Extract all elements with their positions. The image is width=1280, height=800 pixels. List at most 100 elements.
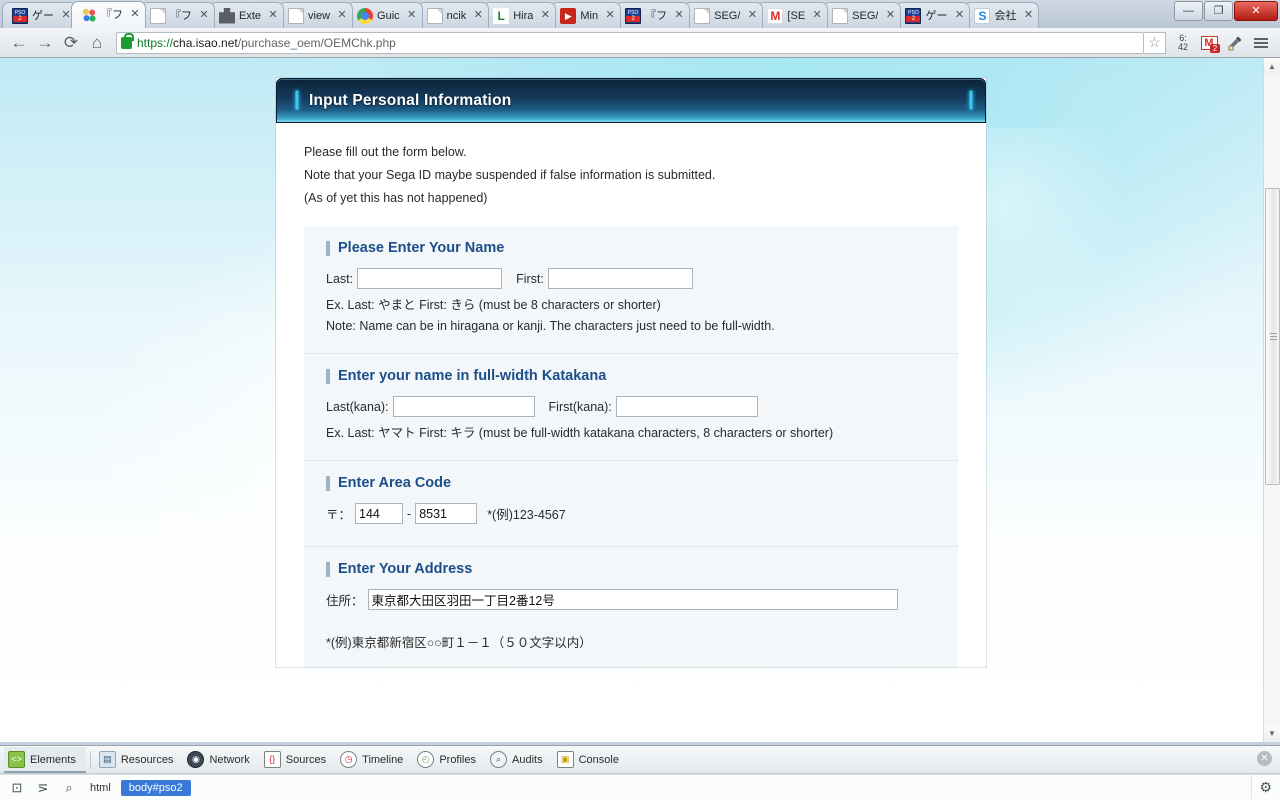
devtools-tab-audits[interactable]: ⌕ Audits — [486, 747, 553, 773]
puzzle-icon — [219, 7, 235, 24]
tab-close-icon[interactable]: ✕ — [129, 9, 141, 21]
browser-tab[interactable]: view ✕ — [278, 2, 354, 28]
section-bar-icon — [326, 561, 330, 577]
profiles-icon: ◴ — [417, 751, 435, 768]
devtools-close-icon[interactable]: ✕ — [1257, 751, 1272, 766]
video-icon: ▶ — [560, 7, 577, 24]
tab-close-icon[interactable]: ✕ — [1022, 9, 1034, 22]
document-icon — [426, 7, 443, 24]
zip-second-input[interactable] — [415, 503, 478, 524]
browser-tab[interactable]: M [SE ✕ — [757, 2, 829, 28]
browser-tab[interactable]: PSO 2 『フ ✕ — [615, 2, 691, 28]
close-window-button[interactable]: ✕ — [1234, 1, 1278, 21]
browser-tab-title: ゲー — [32, 9, 54, 22]
browser-tab[interactable]: S 会社 ✕ — [964, 2, 1040, 28]
browser-tab[interactable]: 『フ ✕ — [71, 1, 146, 28]
scroll-up-arrow-icon[interactable]: ▲ — [1264, 58, 1280, 75]
browser-tab[interactable]: PSO 2 ゲー ✕ — [895, 2, 971, 28]
tab-close-icon[interactable]: ✕ — [472, 9, 484, 22]
devtools-tab-label: Audits — [512, 753, 543, 766]
name-field-row: Last: First: — [326, 268, 936, 289]
devtools-tab-network[interactable]: ◉ Network — [183, 747, 259, 773]
last-name-input[interactable] — [357, 268, 503, 289]
devtools-tab-profiles[interactable]: ◴ Profiles — [413, 747, 486, 773]
last-kana-input[interactable] — [392, 396, 535, 417]
bookmark-star-icon[interactable]: ☆ — [1144, 31, 1166, 54]
document-icon — [832, 7, 849, 24]
tab-close-icon[interactable]: ✕ — [884, 9, 896, 22]
browser-tab[interactable]: SEG/ ✕ — [822, 2, 902, 28]
browser-tab[interactable]: 『フ ✕ — [140, 2, 215, 28]
tab-close-icon[interactable]: ✕ — [673, 9, 685, 22]
gmail-unread-badge: 2 — [1210, 43, 1220, 53]
minimize-button[interactable]: — — [1174, 1, 1203, 21]
search-icon[interactable]: ⌕ — [56, 777, 82, 799]
home-button[interactable]: ⌂ — [84, 31, 110, 55]
devtools-tab-label: Elements — [30, 753, 76, 766]
browser-tab[interactable]: ▶ Min ✕ — [550, 2, 622, 28]
tab-close-icon[interactable]: ✕ — [953, 9, 965, 22]
scroll-down-arrow-icon[interactable]: ▼ — [1264, 725, 1280, 742]
document-icon — [150, 7, 166, 24]
browser-tab[interactable]: Guic ✕ — [347, 2, 423, 28]
tab-close-icon[interactable]: ✕ — [336, 9, 348, 22]
indent-icon[interactable]: ⋝ — [30, 777, 56, 799]
breadcrumb-item[interactable]: html — [82, 780, 119, 796]
forward-button[interactable]: → — [32, 31, 58, 55]
browser-tab[interactable]: SEG/ ✕ — [684, 2, 764, 28]
card-body: Please fill out the form below. Note tha… — [276, 123, 986, 667]
eyedropper-extension-icon[interactable] — [1222, 31, 1248, 55]
colorful-icon — [81, 7, 97, 23]
window-controls: — ❐ ✕ — [1174, 1, 1278, 21]
section-area-code-title: Enter Area Code — [326, 475, 936, 491]
back-button[interactable]: ← — [6, 31, 32, 55]
devtools-tab-timeline[interactable]: ◷ Timeline — [336, 747, 413, 773]
browser-tab[interactable]: PSO 2 ゲー ✕ — [2, 2, 77, 28]
devtools-tab-sources[interactable]: {} Sources — [260, 747, 336, 773]
address-hint: *(例)東京都新宿区○○町１－１（５０文字以内） — [326, 636, 592, 650]
maximize-button[interactable]: ❐ — [1204, 1, 1233, 21]
intro-line-2: Note that your Sega ID maybe suspended i… — [304, 168, 716, 182]
browser-tab-title: [SE — [787, 9, 806, 22]
section-name-title-text: Please Enter Your Name — [338, 240, 505, 256]
zip-field-row: 〒： - *(例)123-4567 — [326, 503, 936, 524]
first-name-input[interactable] — [547, 268, 693, 289]
gear-icon[interactable]: ⚙ — [1259, 779, 1272, 795]
zip-first-input[interactable] — [355, 503, 404, 524]
section-name-title: Please Enter Your Name — [326, 240, 936, 256]
address-input[interactable] — [367, 589, 898, 610]
bracket-left-icon: ❙ — [289, 88, 305, 110]
reload-button[interactable]: ⟳ — [58, 31, 84, 55]
devtools-tab-elements[interactable]: <> Elements — [4, 746, 86, 773]
browser-tab[interactable]: ncik ✕ — [416, 2, 490, 28]
url-path: /purchase_oem/OEMChk.php — [237, 35, 396, 50]
tab-close-icon[interactable]: ✕ — [406, 9, 418, 22]
dock-toggle-icon[interactable]: ⊡ — [4, 777, 30, 799]
pso2-icon: PSO 2 — [625, 7, 642, 24]
devtools-tab-label: Console — [578, 753, 619, 766]
browser-toolbar: ← → ⟳ ⌂ https:// cha.isao.net /purchase_… — [0, 28, 1280, 58]
scrollbar-thumb[interactable] — [1265, 188, 1280, 485]
devtools-tab-bar: <> Elements ▤ Resources ◉ Network {} Sources ◷ Ti… — [0, 746, 1280, 774]
tab-close-icon[interactable]: ✕ — [746, 9, 758, 22]
breadcrumb: html body#pso2 — [82, 779, 193, 796]
chrome-menu-icon[interactable] — [1248, 31, 1274, 55]
section-katakana: Enter your name in full-width Katakana L… — [304, 354, 958, 461]
clock-extension-icon[interactable]: 6: 42 — [1170, 31, 1196, 55]
tab-close-icon[interactable]: ✕ — [604, 9, 616, 22]
devtools-tab-console[interactable]: ▣ Console — [553, 747, 629, 773]
browser-tab-title: Min — [580, 9, 599, 22]
section-katakana-title: Enter your name in full-width Katakana — [326, 368, 936, 384]
breadcrumb-item[interactable]: body#pso2 — [120, 779, 191, 796]
browser-tab[interactable]: L Hira ✕ — [483, 2, 557, 28]
address-bar[interactable]: https:// cha.isao.net /purchase_oem/OEMC… — [116, 31, 1144, 54]
tab-close-icon[interactable]: ✕ — [198, 9, 210, 22]
first-kana-input[interactable] — [615, 396, 758, 417]
tab-close-icon[interactable]: ✕ — [267, 9, 279, 22]
devtools-tab-resources[interactable]: ▤ Resources — [95, 747, 184, 773]
tab-close-icon[interactable]: ✕ — [539, 9, 551, 22]
page-scrollbar[interactable]: ▲ ▼ — [1263, 58, 1280, 742]
browser-tab[interactable]: Exte ✕ — [209, 2, 285, 28]
tab-close-icon[interactable]: ✕ — [811, 9, 823, 22]
gmail-extension-icon[interactable]: M 2 — [1196, 31, 1222, 55]
